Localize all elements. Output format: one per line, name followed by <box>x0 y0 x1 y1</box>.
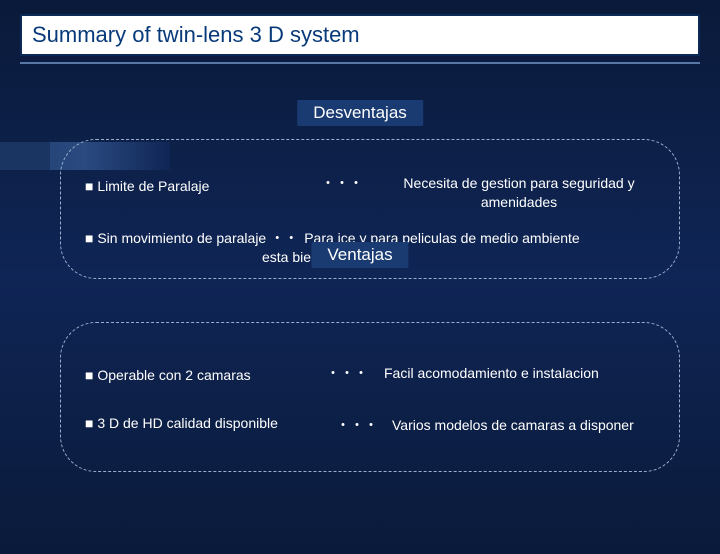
slide-title-text: Summary of twin-lens 3 D system <box>32 22 360 47</box>
section-label-disadvantages-text: Desventajas <box>313 103 407 122</box>
a2-rhs: Varios modelos de camaras a disponer <box>384 416 634 435</box>
a1-rhs: Facil acomodamiento e instalacion <box>374 364 599 383</box>
d1-rhs: Necesita de gestion para seguridad y ame… <box>369 174 669 212</box>
section-label-disadvantages: Desventajas <box>297 100 423 126</box>
a2-dots: ・・・ <box>330 416 384 435</box>
row-a2-right: ・・・ Varios modelos de camaras a disponer <box>330 416 634 435</box>
band-cap <box>0 142 50 170</box>
row-a1: ■ Operable con 2 camaras <box>85 366 251 385</box>
bubble-advantages <box>60 322 680 472</box>
d1-lhs: ■ Limite de Paralaje <box>85 177 209 196</box>
section-label-advantages: Ventajas <box>311 242 408 268</box>
section-label-advantages-text: Ventajas <box>327 245 392 264</box>
d2-lhs: ■ Sin movimiento de paralaje <box>85 229 266 248</box>
a1-lhs: ■ Operable con 2 camaras <box>85 366 251 385</box>
row-d1-right: ・・・ Necesita de gestion para seguridad y… <box>315 174 669 212</box>
row-a2: ■ 3 D de HD calidad disponible <box>85 414 278 433</box>
a1-dots: ・・・ <box>320 364 374 383</box>
row-d1: ■ Limite de Paralaje <box>85 177 209 196</box>
d1-dots: ・・・ <box>315 174 369 212</box>
row-a1-right: ・・・ Facil acomodamiento e instalacion <box>320 364 599 383</box>
slide-title: Summary of twin-lens 3 D system <box>20 14 700 56</box>
a2-lhs: ■ 3 D de HD calidad disponible <box>85 414 278 433</box>
d2-dots: ・・ <box>266 229 304 248</box>
title-divider <box>20 62 700 64</box>
